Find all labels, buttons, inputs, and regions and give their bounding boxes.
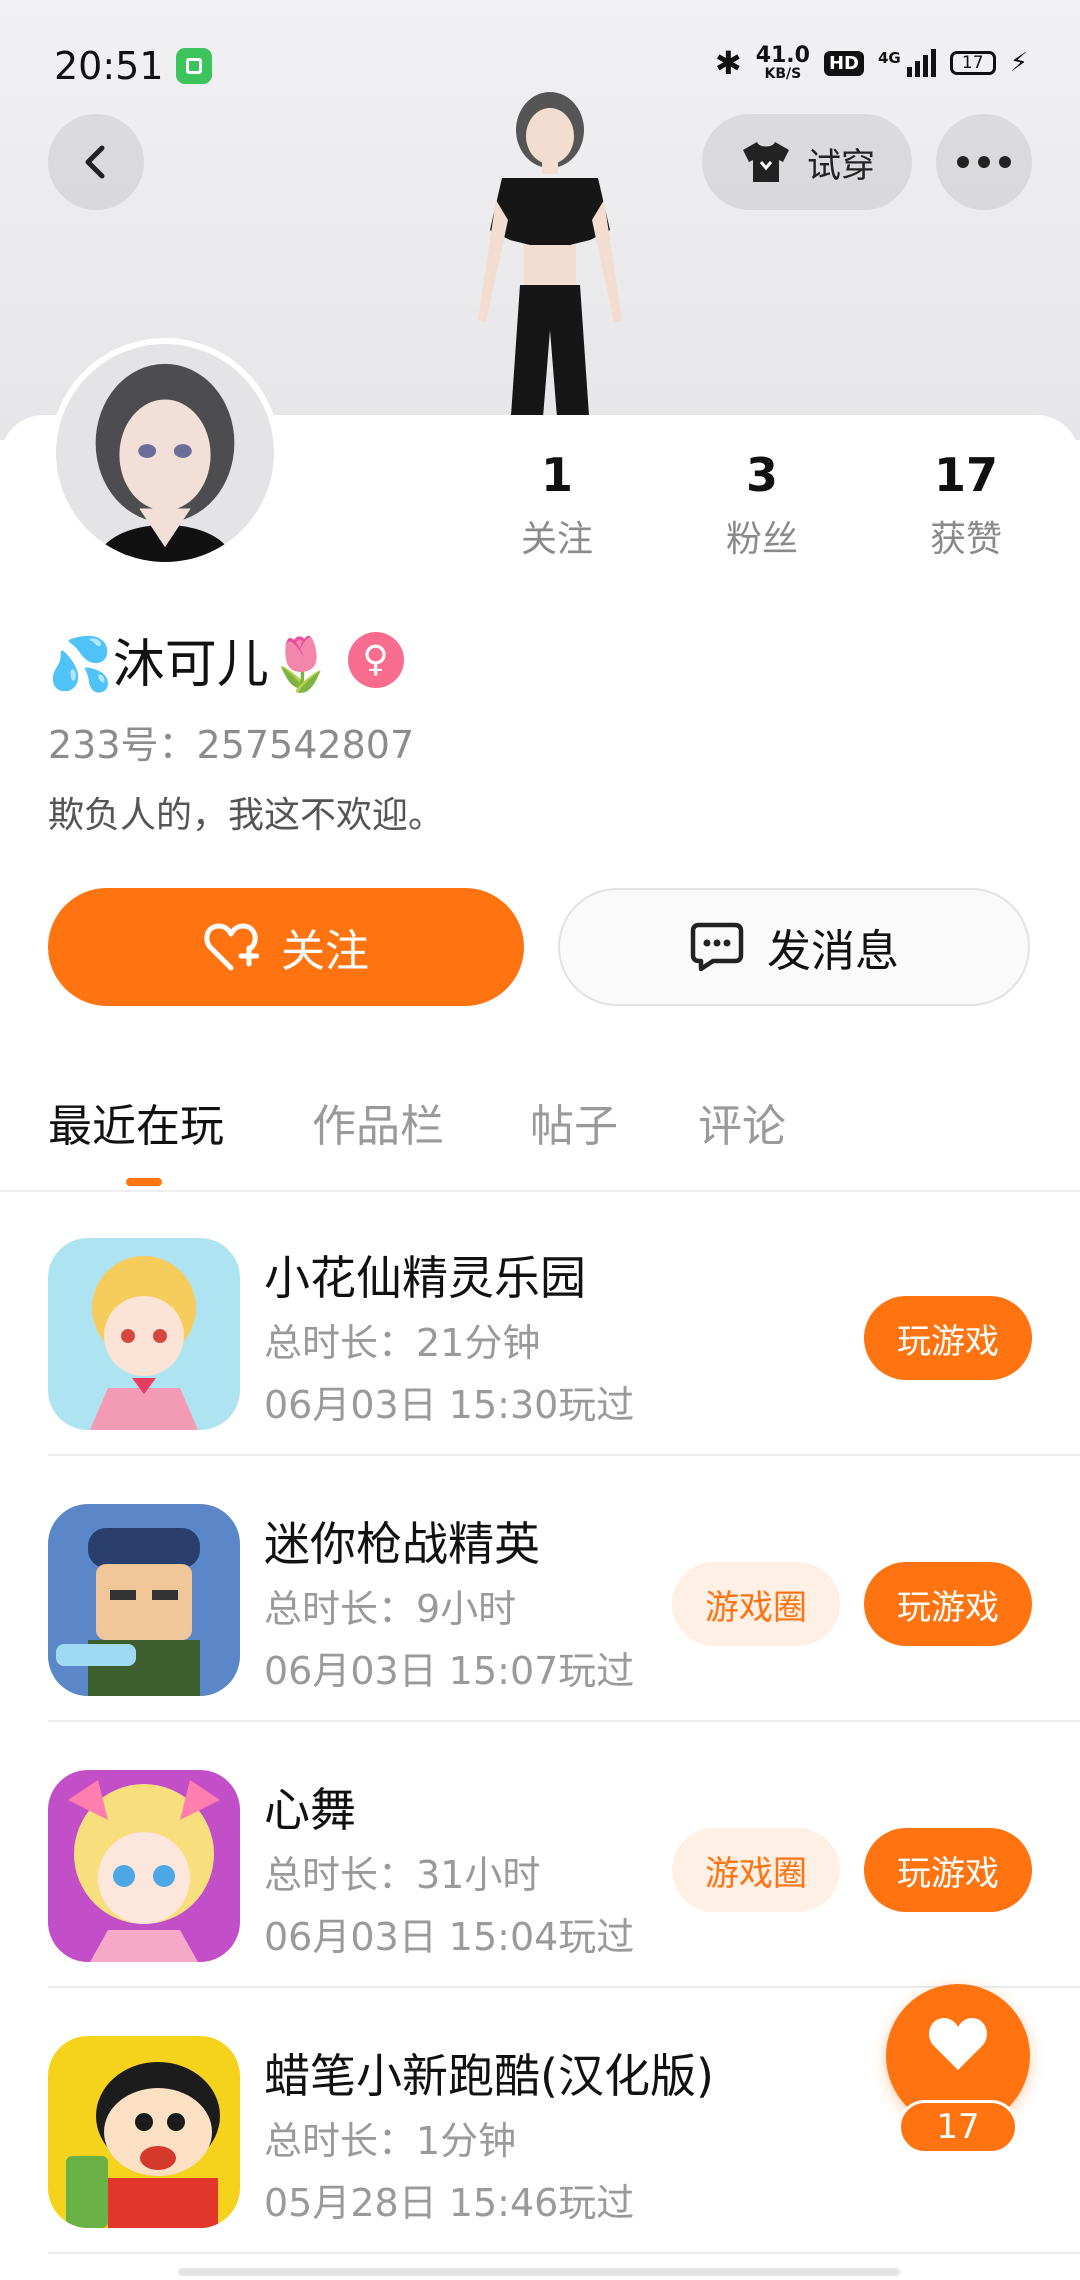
avatar-image — [56, 344, 274, 562]
home-indicator — [178, 2268, 900, 2276]
game-icon — [48, 1504, 240, 1696]
play-game-button[interactable]: 玩游戏 — [864, 1562, 1032, 1646]
tab-posts[interactable]: 帖子 — [530, 1090, 618, 1154]
stat-likes[interactable]: 17 获赞 — [876, 448, 1056, 562]
message-button[interactable]: 发消息 — [558, 888, 1030, 1006]
game-circle-button[interactable]: 游戏圈 — [672, 1562, 840, 1646]
game-last-played: 06月03日 15:30玩过 — [264, 1383, 635, 1427]
bluetooth-icon: ✱ — [714, 44, 742, 82]
avatar[interactable] — [50, 338, 280, 568]
profile-tabs: 最近在玩 作品栏 帖子 评论 — [0, 1090, 1080, 1192]
play-game-button[interactable]: 玩游戏 — [864, 1296, 1032, 1380]
follow-label: 关注 — [281, 926, 369, 977]
net-speed-unit: KB/S — [764, 66, 802, 82]
tab-comments[interactable]: 评论 — [698, 1090, 786, 1154]
list-item[interactable]: 迷你枪战精英 总时长：9小时 06月03日 15:07玩过 游戏圈 玩游戏 — [48, 1456, 1080, 1722]
signal-icon: 4G — [878, 49, 936, 77]
profile-name-row: 💦沐可儿🌷 ♀ — [48, 622, 404, 697]
tshirt-icon — [743, 142, 789, 182]
chevron-left-icon — [85, 145, 105, 179]
female-icon: ♀ — [347, 631, 404, 688]
message-label: 发消息 — [767, 926, 899, 977]
follow-button[interactable]: 关注 — [48, 888, 524, 1006]
game-last-played: 06月03日 15:07玩过 — [264, 1649, 635, 1693]
stat-fans[interactable]: 3 粉丝 — [672, 448, 852, 562]
heart-icon — [929, 2018, 987, 2070]
game-title: 迷你枪战精英 — [264, 1517, 540, 1571]
profile-bio: 欺负人的，我这不欢迎。 — [48, 795, 445, 836]
list-item[interactable]: 心舞 总时长：31小时 06月03日 15:04玩过 游戏圈 玩游戏 — [48, 1722, 1080, 1988]
stat-value: 3 — [745, 448, 778, 502]
game-icon — [48, 1770, 240, 1962]
back-button[interactable] — [48, 114, 144, 210]
net-speed-value: 41.0 — [755, 43, 810, 68]
try-on-label: 试穿 — [807, 145, 875, 186]
game-icon — [48, 1238, 240, 1430]
game-circle-button[interactable]: 游戏圈 — [672, 1828, 840, 1912]
more-button[interactable] — [936, 114, 1032, 210]
tab-works[interactable]: 作品栏 — [312, 1090, 444, 1154]
stat-value: 1 — [540, 448, 573, 502]
game-duration: 总时长：9小时 — [264, 1587, 517, 1631]
heart-plus-icon — [204, 923, 259, 971]
game-duration: 总时长：31小时 — [264, 1853, 541, 1897]
try-on-button[interactable]: 试穿 — [702, 114, 912, 210]
profile-uid: 233号：257542807 — [48, 723, 415, 767]
more-dots-icon — [957, 156, 1011, 168]
status-icons: ✱ 41.0 KB/S HD 4G 17 ⚡ — [715, 44, 1028, 82]
avatar-3d-figure — [478, 92, 622, 430]
game-icon — [48, 2036, 240, 2228]
list-item[interactable]: 蜡笔小新跑酷(汉化版) 总时长：1分钟 05月28日 15:46玩过 — [48, 1988, 1080, 2254]
list-item[interactable]: 小花仙精灵乐园 总时长：21分钟 06月03日 15:30玩过 玩游戏 — [48, 1190, 1080, 1456]
game-title: 小花仙精灵乐园 — [264, 1251, 586, 1305]
like-count-badge: 17 — [898, 2100, 1018, 2154]
play-game-button[interactable]: 玩游戏 — [864, 1828, 1032, 1912]
game-title: 蜡笔小新跑酷(汉化版) — [264, 2049, 714, 2103]
chat-bubble-icon — [690, 922, 744, 972]
stat-label: 粉丝 — [725, 519, 798, 560]
game-duration: 总时长：21分钟 — [264, 1321, 541, 1365]
charging-icon: ⚡ — [1009, 48, 1028, 78]
status-bar: 20:51 ✱ 41.0 KB/S HD 4G 17 ⚡ — [0, 0, 1080, 130]
game-last-played: 06月03日 15:04玩过 — [264, 1915, 635, 1959]
game-title: 心舞 — [264, 1783, 356, 1837]
tab-recently-played[interactable]: 最近在玩 — [48, 1090, 224, 1154]
stat-label: 获赞 — [929, 519, 1002, 560]
hd-badge: HD — [823, 50, 864, 76]
stat-following[interactable]: 1 关注 — [467, 448, 647, 562]
stat-value: 17 — [933, 448, 998, 502]
game-last-played: 05月28日 15:46玩过 — [264, 2181, 635, 2225]
game-duration: 总时长：1分钟 — [264, 2119, 517, 2163]
battery-icon: 17 — [949, 51, 996, 75]
status-time: 20:51 — [54, 44, 164, 88]
profile-name: 💦沐可儿🌷 — [48, 635, 334, 695]
net-speed: 41.0 KB/S — [755, 43, 810, 82]
stat-label: 关注 — [520, 519, 593, 560]
divider — [48, 2252, 1080, 2254]
app-notification-icon — [176, 48, 212, 84]
active-tab-indicator — [126, 1178, 162, 1186]
battery-level: 17 — [961, 53, 984, 73]
network-type: 4G — [877, 49, 901, 67]
